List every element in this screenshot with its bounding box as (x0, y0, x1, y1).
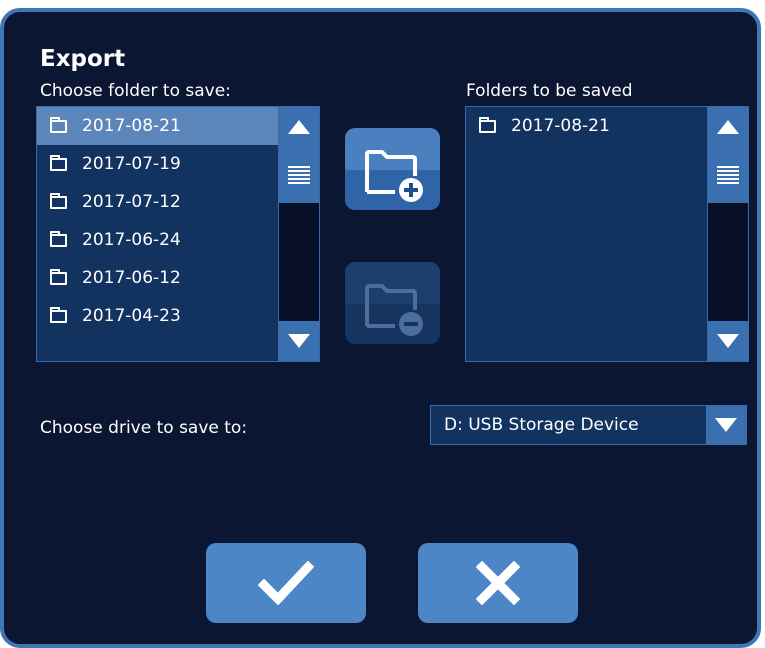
drive-select[interactable]: D: USB Storage Device (430, 405, 747, 445)
scroll-thumb[interactable] (279, 147, 319, 203)
export-dialog: Export Choose folder to save: 2017-08-21… (0, 8, 761, 648)
dialog-title: Export (40, 46, 126, 72)
target-folder-item[interactable]: 2017-08-21 (466, 107, 707, 145)
chevron-down-icon (715, 418, 737, 432)
remove-folder-button (345, 262, 440, 344)
cancel-button[interactable] (418, 543, 578, 623)
source-folder-item[interactable]: 2017-07-19 (37, 145, 278, 183)
folder-icon (50, 269, 67, 285)
folder-icon (50, 155, 67, 171)
folder-icon (50, 117, 67, 133)
grip-icon (717, 166, 739, 184)
source-folder-item[interactable]: 2017-07-12 (37, 183, 278, 221)
dropdown-toggle[interactable] (706, 406, 746, 444)
folder-icon (479, 117, 496, 133)
add-folder-button[interactable] (345, 128, 440, 210)
folder-add-icon (365, 150, 423, 202)
folder-icon (50, 193, 67, 209)
scroll-down-button[interactable] (279, 321, 319, 361)
source-label: Choose folder to save: (40, 81, 231, 101)
scroll-up-button[interactable] (708, 107, 748, 147)
source-folder-item[interactable]: 2017-08-21 (37, 107, 278, 145)
source-list-items: 2017-08-21 2017-07-19 2017-07-12 2017-06… (37, 107, 278, 361)
folder-remove-icon (365, 284, 423, 336)
drive-select-value: D: USB Storage Device (444, 415, 639, 435)
source-folder-list: 2017-08-21 2017-07-19 2017-07-12 2017-06… (36, 106, 320, 362)
drive-label: Choose drive to save to: (40, 418, 248, 438)
scroll-thumb[interactable] (708, 147, 748, 203)
folder-icon (50, 231, 67, 247)
target-folder-list: 2017-08-21 (465, 106, 749, 362)
source-folder-item[interactable]: 2017-06-24 (37, 221, 278, 259)
close-icon (476, 561, 520, 605)
arrow-up-icon (288, 120, 310, 134)
target-label: Folders to be saved (466, 81, 633, 101)
source-folder-item[interactable]: 2017-06-12 (37, 259, 278, 297)
checkmark-icon (258, 561, 314, 605)
scroll-up-button[interactable] (279, 107, 319, 147)
target-list-items: 2017-08-21 (466, 107, 707, 361)
arrow-up-icon (717, 120, 739, 134)
arrow-down-icon (288, 334, 310, 348)
grip-icon (288, 166, 310, 184)
confirm-button[interactable] (206, 543, 366, 623)
scroll-down-button[interactable] (708, 321, 748, 361)
target-scrollbar[interactable] (707, 107, 748, 361)
folder-icon (50, 307, 67, 323)
arrow-down-icon (717, 334, 739, 348)
source-scrollbar[interactable] (278, 107, 319, 361)
source-folder-item[interactable]: 2017-04-23 (37, 297, 278, 335)
